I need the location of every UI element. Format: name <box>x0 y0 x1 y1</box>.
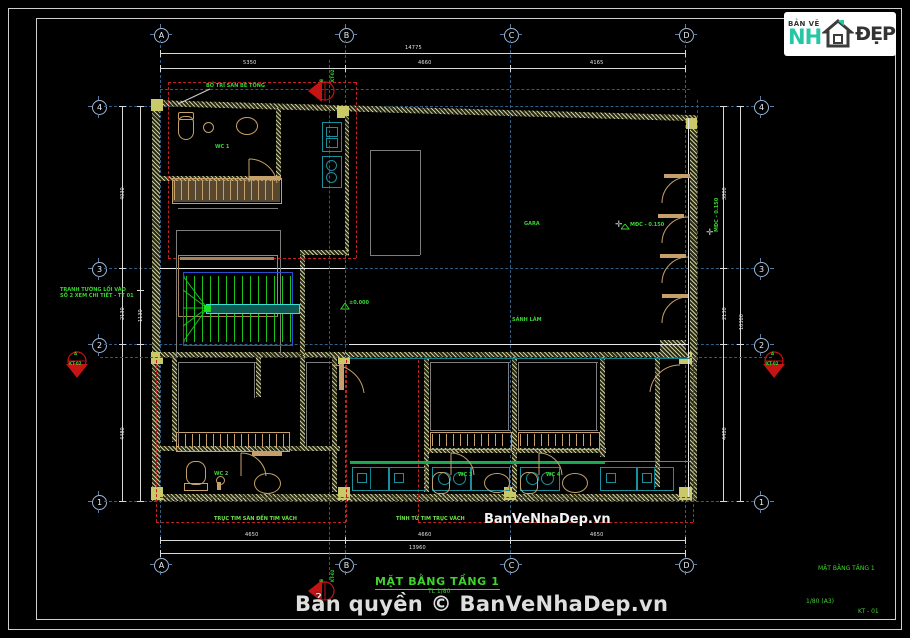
dimension-left-sub: 1130 <box>138 309 144 322</box>
note-bottom-mid: TÍNH TỪ TIM TRỤC VÁCH <box>396 516 465 522</box>
room-label-wc1: WC 1 <box>215 144 230 150</box>
door-swing-wc4 <box>538 452 563 476</box>
grid-bubble-B-bottom: B <box>339 558 354 573</box>
leader-line <box>177 88 211 105</box>
dimension-line-right-outer <box>723 106 724 501</box>
right-stair-swings <box>661 176 689 324</box>
interior-wall <box>300 255 305 355</box>
interior-wall <box>300 357 305 447</box>
grid-tick <box>168 34 172 35</box>
door-swing-right <box>649 364 681 392</box>
dimension-line-seg-bottom <box>160 540 685 541</box>
grid-bubble-4: 4 <box>92 100 107 115</box>
level-mark-right-vertical: MĐC - 0.150 <box>714 197 720 232</box>
interior-wall <box>345 116 349 256</box>
site-logo[interactable]: BẢN VẼ NH ĐẸP <box>784 12 896 56</box>
note-top: BỐ TRÍ SÀN BÊ TÔNG <box>206 83 265 89</box>
level-mark-center: ±0.000 <box>349 300 370 306</box>
crosshair-marker: ✛ <box>706 228 714 238</box>
section-marker-right[interactable]: A KT-02 <box>760 348 788 380</box>
cad-drawing-canvas: BẢN VẼ NH ĐẸP A B C D A B C D 4 3 2 1 4 … <box>0 0 910 638</box>
dimension-bottom-total: 13960 <box>409 545 426 551</box>
grid-bubble-3-right: 3 <box>754 262 769 277</box>
grid-bubble-B: B <box>339 28 354 43</box>
logo-tail-text: ĐẸP <box>855 23 896 45</box>
door-swing-wc3 <box>450 452 475 476</box>
note-left: TRANH TƯỜNG LỐI VÀO SỐ 2 XEM CHI TIẾT - … <box>60 287 134 300</box>
grid-line-C <box>510 40 511 558</box>
dimension-right-total: 10380 <box>739 314 745 330</box>
note-bottom-left: TRỤC TIM SÀN ĐẾN TIM VÁCH <box>214 516 297 522</box>
toilet-base-wc2 <box>184 483 208 491</box>
watermark-secondary: BanVeNhaDep.vn <box>484 512 611 527</box>
column <box>679 487 692 500</box>
dimension-line-total-top <box>160 53 685 54</box>
grid-bubble-D: D <box>679 28 694 43</box>
grid-tick <box>150 34 154 35</box>
grid-bubble-A: A <box>154 28 169 43</box>
crosshair-marker: ✛ <box>615 220 623 230</box>
grid-bubble-D-bottom: D <box>679 558 694 573</box>
interior-wall <box>512 357 517 492</box>
dimension-top-seg-2: 4660 <box>418 60 432 66</box>
dimension-top-seg-3: 4165 <box>590 60 604 66</box>
grid-bubble-C-bottom: C <box>504 558 519 573</box>
grid-line-1 <box>104 501 754 502</box>
toilet-fixture-wc3 <box>432 472 450 494</box>
column <box>151 99 163 111</box>
dimension-line-right-total <box>740 106 741 501</box>
grid-bubble-A-bottom: A <box>154 558 169 573</box>
dimension-line-total-bottom <box>160 553 685 554</box>
interior-wall <box>172 357 177 442</box>
column <box>338 487 350 500</box>
grid-line-A <box>160 40 161 558</box>
washbasin-wc3 <box>484 473 510 493</box>
grid-bubble-4-right: 4 <box>754 100 769 115</box>
grid-bubble-3: 3 <box>92 262 107 277</box>
titleblock-sheet-name: MẶT BẰNG TẦNG 1 <box>818 565 875 572</box>
section-marker-left[interactable]: A KT-02 <box>63 348 91 380</box>
stair-treads <box>174 180 278 200</box>
washbasin-wc1 <box>236 117 258 135</box>
dimension-top-total: 14775 <box>405 45 422 51</box>
grid-bubble-1: 1 <box>92 495 107 510</box>
logo-main-text: NH <box>788 24 822 49</box>
dimension-bottom-seg-2: 4660 <box>418 532 432 538</box>
dimension-bottom-seg-3: 4650 <box>590 532 604 538</box>
dimension-left-seg-2: 2130 <box>120 307 126 320</box>
dimension-line-left-outer <box>122 106 123 501</box>
dimension-left-seg-1: 4030 <box>120 187 126 200</box>
watermark-main: Bản quyền © BanVeNhaDep.vn <box>295 592 669 616</box>
section-marker-top[interactable]: B KT-02 <box>306 70 336 104</box>
toilet-fixture-wc4 <box>520 472 538 494</box>
dimension-right-seg-3: 4480 <box>722 427 728 440</box>
column <box>151 487 163 500</box>
dimension-top-seg-1: 5350 <box>243 60 257 66</box>
dimension-line-seg-top <box>160 68 685 69</box>
room-label-garage: GARA <box>524 221 540 227</box>
grid-bubble-2: 2 <box>92 338 107 353</box>
titleblock-scale: 1/80 (A3) <box>806 598 834 605</box>
grid-tick <box>160 24 161 28</box>
interior-wall <box>300 250 348 255</box>
house-icon <box>822 18 855 50</box>
dimension-line-left-inner <box>140 106 141 501</box>
toilet-fixture-wc2 <box>186 461 206 485</box>
room-label-living: SẢNH LÀM <box>512 317 542 323</box>
floor-drain-icon <box>203 122 214 133</box>
door-swing-lobby <box>331 364 365 394</box>
dimension-left-seg-3: 4480 <box>120 427 126 440</box>
toilet-tank-wc1 <box>178 112 194 120</box>
washbasin-wc4 <box>562 473 588 493</box>
grid-bubble-C: C <box>504 28 519 43</box>
grid-bubble-1-right: 1 <box>754 495 769 510</box>
interior-wall <box>256 357 261 397</box>
dimension-right-seg-1: 3800 <box>722 187 728 200</box>
titleblock-sheet-code: KT - 01 <box>858 608 879 615</box>
dimension-right-seg-2: 2130 <box>722 307 728 320</box>
level-symbol-icon <box>340 303 350 310</box>
dimension-bottom-seg-1: 4650 <box>245 532 259 538</box>
interior-wall <box>600 357 605 457</box>
